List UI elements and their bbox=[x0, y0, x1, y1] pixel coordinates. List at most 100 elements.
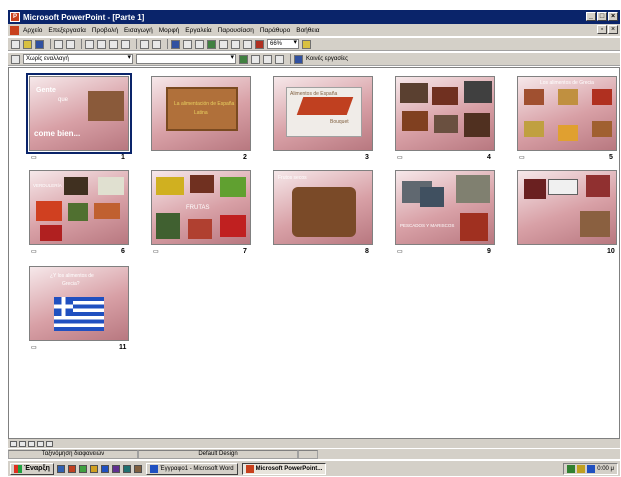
slide-sorter-view-icon[interactable] bbox=[11, 54, 20, 64]
chili-image bbox=[296, 97, 354, 115]
rehearse-timings-icon[interactable] bbox=[251, 54, 260, 64]
common-tasks-label[interactable]: Κοινές εργασίες bbox=[306, 56, 348, 62]
language-icon[interactable] bbox=[587, 465, 596, 473]
slide-thumbnail-6[interactable]: VERDULERÍA bbox=[29, 170, 129, 245]
doc-restore-button[interactable]: ▫ bbox=[597, 25, 607, 34]
food-photo bbox=[64, 177, 88, 195]
menu-format[interactable]: Μορφή bbox=[159, 27, 180, 34]
slide-sorter-view-button[interactable] bbox=[37, 440, 44, 447]
transition-icon[interactable]: ▭ bbox=[519, 154, 525, 161]
copy-icon[interactable] bbox=[97, 39, 106, 49]
menu-tools[interactable]: Εργαλεία bbox=[185, 27, 211, 34]
transition-icon[interactable]: ▭ bbox=[397, 248, 403, 255]
taskbar-item-powerpoint[interactable]: Microsoft PowerPoint... bbox=[241, 462, 327, 475]
status-bar: Ταξινόμηση διαφανειών Default Design bbox=[8, 449, 620, 459]
slide-thumbnail-10[interactable] bbox=[517, 170, 617, 245]
slide-thumbnail-11[interactable]: ¿Y los alimentos de Grecia? bbox=[29, 266, 129, 341]
help-icon[interactable] bbox=[302, 39, 311, 49]
slide-thumbnail-3[interactable]: Alimentos de España Bouquet bbox=[273, 76, 373, 151]
slide-thumbnail-8[interactable]: Frutos secos bbox=[273, 170, 373, 245]
summary-slide-icon[interactable] bbox=[263, 54, 272, 64]
taskbar-item-word[interactable]: Έγγραφο1 - Microsoft Word bbox=[145, 462, 238, 475]
hyperlink-icon[interactable] bbox=[171, 39, 180, 49]
print-icon[interactable] bbox=[54, 39, 63, 49]
slide-text: FRUTAS bbox=[186, 205, 210, 211]
slide-thumbnail-9[interactable]: PESCADOS Y MARISCOS bbox=[395, 170, 495, 245]
doc-close-button[interactable]: × bbox=[608, 25, 618, 34]
quick-launch-icon[interactable] bbox=[122, 464, 131, 473]
format-painter-icon[interactable] bbox=[121, 39, 130, 49]
quick-launch-icon[interactable] bbox=[100, 464, 109, 473]
network-icon[interactable] bbox=[567, 465, 576, 473]
food-photo bbox=[592, 121, 612, 137]
menu-edit[interactable]: Επεξεργασία bbox=[48, 27, 85, 34]
grayscale-icon[interactable] bbox=[255, 39, 264, 49]
new-icon[interactable] bbox=[11, 39, 20, 49]
close-button[interactable]: × bbox=[608, 12, 618, 21]
slide-thumbnail-2[interactable]: La alimentación de España Latina bbox=[151, 76, 251, 151]
slide-thumbnail-5[interactable]: Los alimentos de Grecia bbox=[517, 76, 617, 151]
expand-all-icon[interactable] bbox=[231, 39, 240, 49]
outline-view-button[interactable] bbox=[19, 440, 26, 447]
common-tasks-icon[interactable] bbox=[294, 54, 303, 64]
slide-sorter-toolbar: Χωρίς εναλλαγή Κοινές εργασίες bbox=[8, 52, 620, 66]
hide-slide-icon[interactable] bbox=[239, 54, 248, 64]
speaker-notes-icon[interactable] bbox=[275, 54, 284, 64]
food-photo bbox=[220, 177, 246, 197]
show-formatting-icon[interactable] bbox=[243, 39, 252, 49]
slide-sorter-pane[interactable]: Gente que come bien... ▭ 1 La alimentaci… bbox=[8, 67, 620, 439]
powerpoint-app-icon[interactable]: P bbox=[10, 12, 20, 22]
start-button[interactable]: Έναρξη bbox=[10, 462, 54, 475]
new-slide-icon[interactable] bbox=[219, 39, 228, 49]
undo-icon[interactable] bbox=[140, 39, 149, 49]
transition-icon[interactable]: ▭ bbox=[31, 154, 37, 161]
transition-icon[interactable]: ▭ bbox=[31, 344, 37, 351]
status-spelling bbox=[298, 449, 318, 459]
slide-show-button[interactable] bbox=[46, 440, 53, 447]
menu-help[interactable]: Βοήθεια bbox=[296, 27, 319, 34]
insert-chart-icon[interactable] bbox=[207, 39, 216, 49]
transition-icon[interactable]: ▭ bbox=[153, 248, 159, 255]
document-icon[interactable] bbox=[10, 25, 19, 35]
slide-thumbnail-1[interactable]: Gente que come bien... bbox=[26, 73, 132, 154]
menu-view[interactable]: Προβολή bbox=[92, 27, 118, 34]
normal-view-button[interactable] bbox=[10, 440, 17, 447]
window-title: Microsoft PowerPoint - [Parte 1] bbox=[23, 12, 145, 22]
transition-effect-select[interactable]: Χωρίς εναλλαγή bbox=[23, 54, 133, 64]
quick-launch-icon[interactable] bbox=[133, 464, 142, 473]
food-photo bbox=[586, 175, 610, 197]
seafood-photo bbox=[456, 175, 490, 203]
quick-launch-icon[interactable] bbox=[89, 464, 98, 473]
save-icon[interactable] bbox=[35, 39, 44, 49]
quick-launch-icon[interactable] bbox=[67, 464, 76, 473]
spelling-icon[interactable] bbox=[66, 39, 75, 49]
quick-launch-icon[interactable] bbox=[111, 464, 120, 473]
paste-icon[interactable] bbox=[109, 39, 118, 49]
redo-icon[interactable] bbox=[152, 39, 161, 49]
open-icon[interactable] bbox=[23, 39, 32, 49]
windows-logo-icon bbox=[14, 464, 22, 473]
minimize-button[interactable]: _ bbox=[586, 12, 596, 21]
slide-text: VERDULERÍA bbox=[33, 183, 62, 188]
preset-animation-select[interactable] bbox=[136, 54, 236, 64]
quick-launch-icon[interactable] bbox=[78, 464, 87, 473]
quick-launch-icon[interactable] bbox=[56, 464, 65, 473]
tables-borders-icon[interactable] bbox=[183, 39, 192, 49]
maximize-button[interactable]: □ bbox=[597, 12, 607, 21]
greek-flag-image bbox=[54, 297, 104, 331]
menu-window[interactable]: Παράθυρο bbox=[260, 27, 290, 34]
menu-insert[interactable]: Εισαγωγή bbox=[124, 27, 153, 34]
menu-slideshow[interactable]: Παρουσίαση bbox=[218, 27, 254, 34]
transition-icon[interactable]: ▭ bbox=[397, 154, 403, 161]
food-photo bbox=[548, 179, 578, 195]
transition-icon[interactable]: ▭ bbox=[31, 248, 37, 255]
food-photo bbox=[592, 89, 612, 105]
menu-file[interactable]: Αρχείο bbox=[23, 27, 42, 34]
slide-thumbnail-7[interactable]: FRUTAS bbox=[151, 170, 251, 245]
insert-table-icon[interactable] bbox=[195, 39, 204, 49]
cut-icon[interactable] bbox=[85, 39, 94, 49]
slide-view-button[interactable] bbox=[28, 440, 35, 447]
zoom-select[interactable]: 66% bbox=[267, 39, 299, 49]
volume-icon[interactable] bbox=[577, 465, 586, 473]
slide-thumbnail-4[interactable] bbox=[395, 76, 495, 151]
